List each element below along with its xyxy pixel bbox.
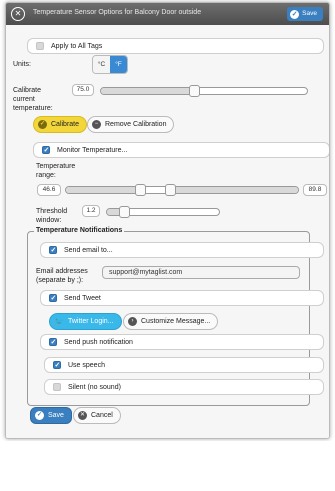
save-button[interactable]: ✓ Save	[30, 407, 72, 424]
calibrate-button[interactable]: ✓ Calibrate	[33, 116, 88, 133]
temperature-range-label: Temperature range:	[36, 163, 76, 179]
notifications-legend: Temperature Notifications	[34, 227, 125, 234]
send-email-label: Send email to...	[64, 246, 113, 254]
chevron-right-icon: ›	[128, 317, 137, 326]
threshold-label: Threshold window:	[36, 208, 68, 224]
checkbox-icon	[36, 42, 44, 50]
calibrate-button-label: Calibrate	[51, 121, 80, 128]
close-icon[interactable]: ✕	[11, 7, 25, 21]
apply-all-label: Apply to All Tags	[51, 42, 103, 50]
threshold-slider-handle[interactable]	[119, 206, 130, 218]
send-push-label: Send push notification	[64, 338, 133, 346]
calibrate-slider[interactable]	[100, 85, 308, 97]
silent-label: Silent (no sound)	[68, 383, 121, 391]
twitter-icon: 🐦	[54, 317, 64, 326]
unit-celsius-button[interactable]: °C	[93, 56, 110, 73]
temperature-range-slider[interactable]	[65, 184, 299, 196]
monitor-label: Monitor Temperature...	[57, 146, 128, 154]
apply-all-checkbox[interactable]: Apply to All Tags	[27, 38, 324, 54]
threshold-slider[interactable]	[106, 206, 220, 218]
title-save-button[interactable]: ✓ Save	[287, 7, 323, 21]
cancel-button-label: Cancel	[91, 412, 113, 419]
remove-calibration-label: Remove Calibration	[105, 121, 167, 128]
twitter-login-button[interactable]: 🐦 Twitter Login...	[49, 313, 122, 330]
minus-circle-icon: −	[92, 120, 101, 129]
range-low-handle[interactable]	[135, 184, 146, 196]
page-background	[0, 441, 335, 491]
check-icon: ✓	[290, 9, 300, 19]
threshold-value-input[interactable]: 1.2	[82, 205, 100, 217]
calibrate-slider-handle[interactable]	[189, 85, 200, 97]
remove-calibration-button[interactable]: − Remove Calibration	[87, 116, 175, 133]
checkbox-icon	[49, 294, 57, 302]
cancel-button[interactable]: ✕ Cancel	[73, 407, 121, 424]
title-save-label: Save	[302, 10, 317, 17]
send-email-checkbox[interactable]: Send email to...	[40, 242, 324, 258]
check-icon: ✓	[38, 120, 47, 129]
dialog-titlebar: ✕ Temperature Sensor Options for Balcony…	[6, 3, 329, 25]
calibrate-label: Calibrate current temperature:	[13, 87, 53, 112]
range-min-input[interactable]: 46.6	[37, 184, 61, 196]
check-icon: ✓	[35, 411, 44, 420]
close-icon: ✕	[78, 411, 87, 420]
customize-message-button[interactable]: › Customize Message...	[123, 313, 219, 330]
dialog-title: Temperature Sensor Options for Balcony D…	[33, 9, 202, 16]
silent-checkbox[interactable]: Silent (no sound)	[44, 379, 324, 395]
range-slider-fill	[66, 187, 298, 193]
email-addresses-input[interactable]: support@mytaglist.com	[102, 266, 300, 279]
range-high-handle[interactable]	[165, 184, 176, 196]
monitor-temperature-checkbox[interactable]: Monitor Temperature...	[33, 142, 329, 158]
units-toggle: °C °F	[92, 55, 128, 74]
dialog-content: Apply to All Tags Units: °C °F Calibrate…	[6, 25, 329, 438]
range-max-input[interactable]: 89.8	[303, 184, 327, 196]
send-push-checkbox[interactable]: Send push notification	[40, 334, 324, 350]
checkbox-icon	[49, 246, 57, 254]
unit-fahrenheit-button[interactable]: °F	[110, 56, 127, 73]
twitter-login-label: Twitter Login...	[67, 318, 114, 325]
save-button-label: Save	[48, 412, 64, 419]
checkbox-icon	[49, 338, 57, 346]
calibrate-value-input[interactable]: 75.0	[72, 84, 94, 96]
checkbox-icon	[42, 146, 50, 154]
use-speech-checkbox[interactable]: Use speech	[44, 357, 324, 373]
checkbox-icon	[53, 383, 61, 391]
calibrate-slider-fill	[101, 88, 194, 94]
send-tweet-checkbox[interactable]: Send Tweet	[40, 290, 324, 306]
send-tweet-label: Send Tweet	[64, 294, 101, 302]
use-speech-label: Use speech	[68, 361, 105, 369]
checkbox-icon	[53, 361, 61, 369]
units-label: Units:	[13, 61, 31, 68]
customize-message-label: Customize Message...	[141, 318, 211, 325]
temperature-options-dialog: ✕ Temperature Sensor Options for Balcony…	[5, 2, 330, 439]
email-addresses-label: Email addresses (separate by ;):	[36, 268, 88, 284]
